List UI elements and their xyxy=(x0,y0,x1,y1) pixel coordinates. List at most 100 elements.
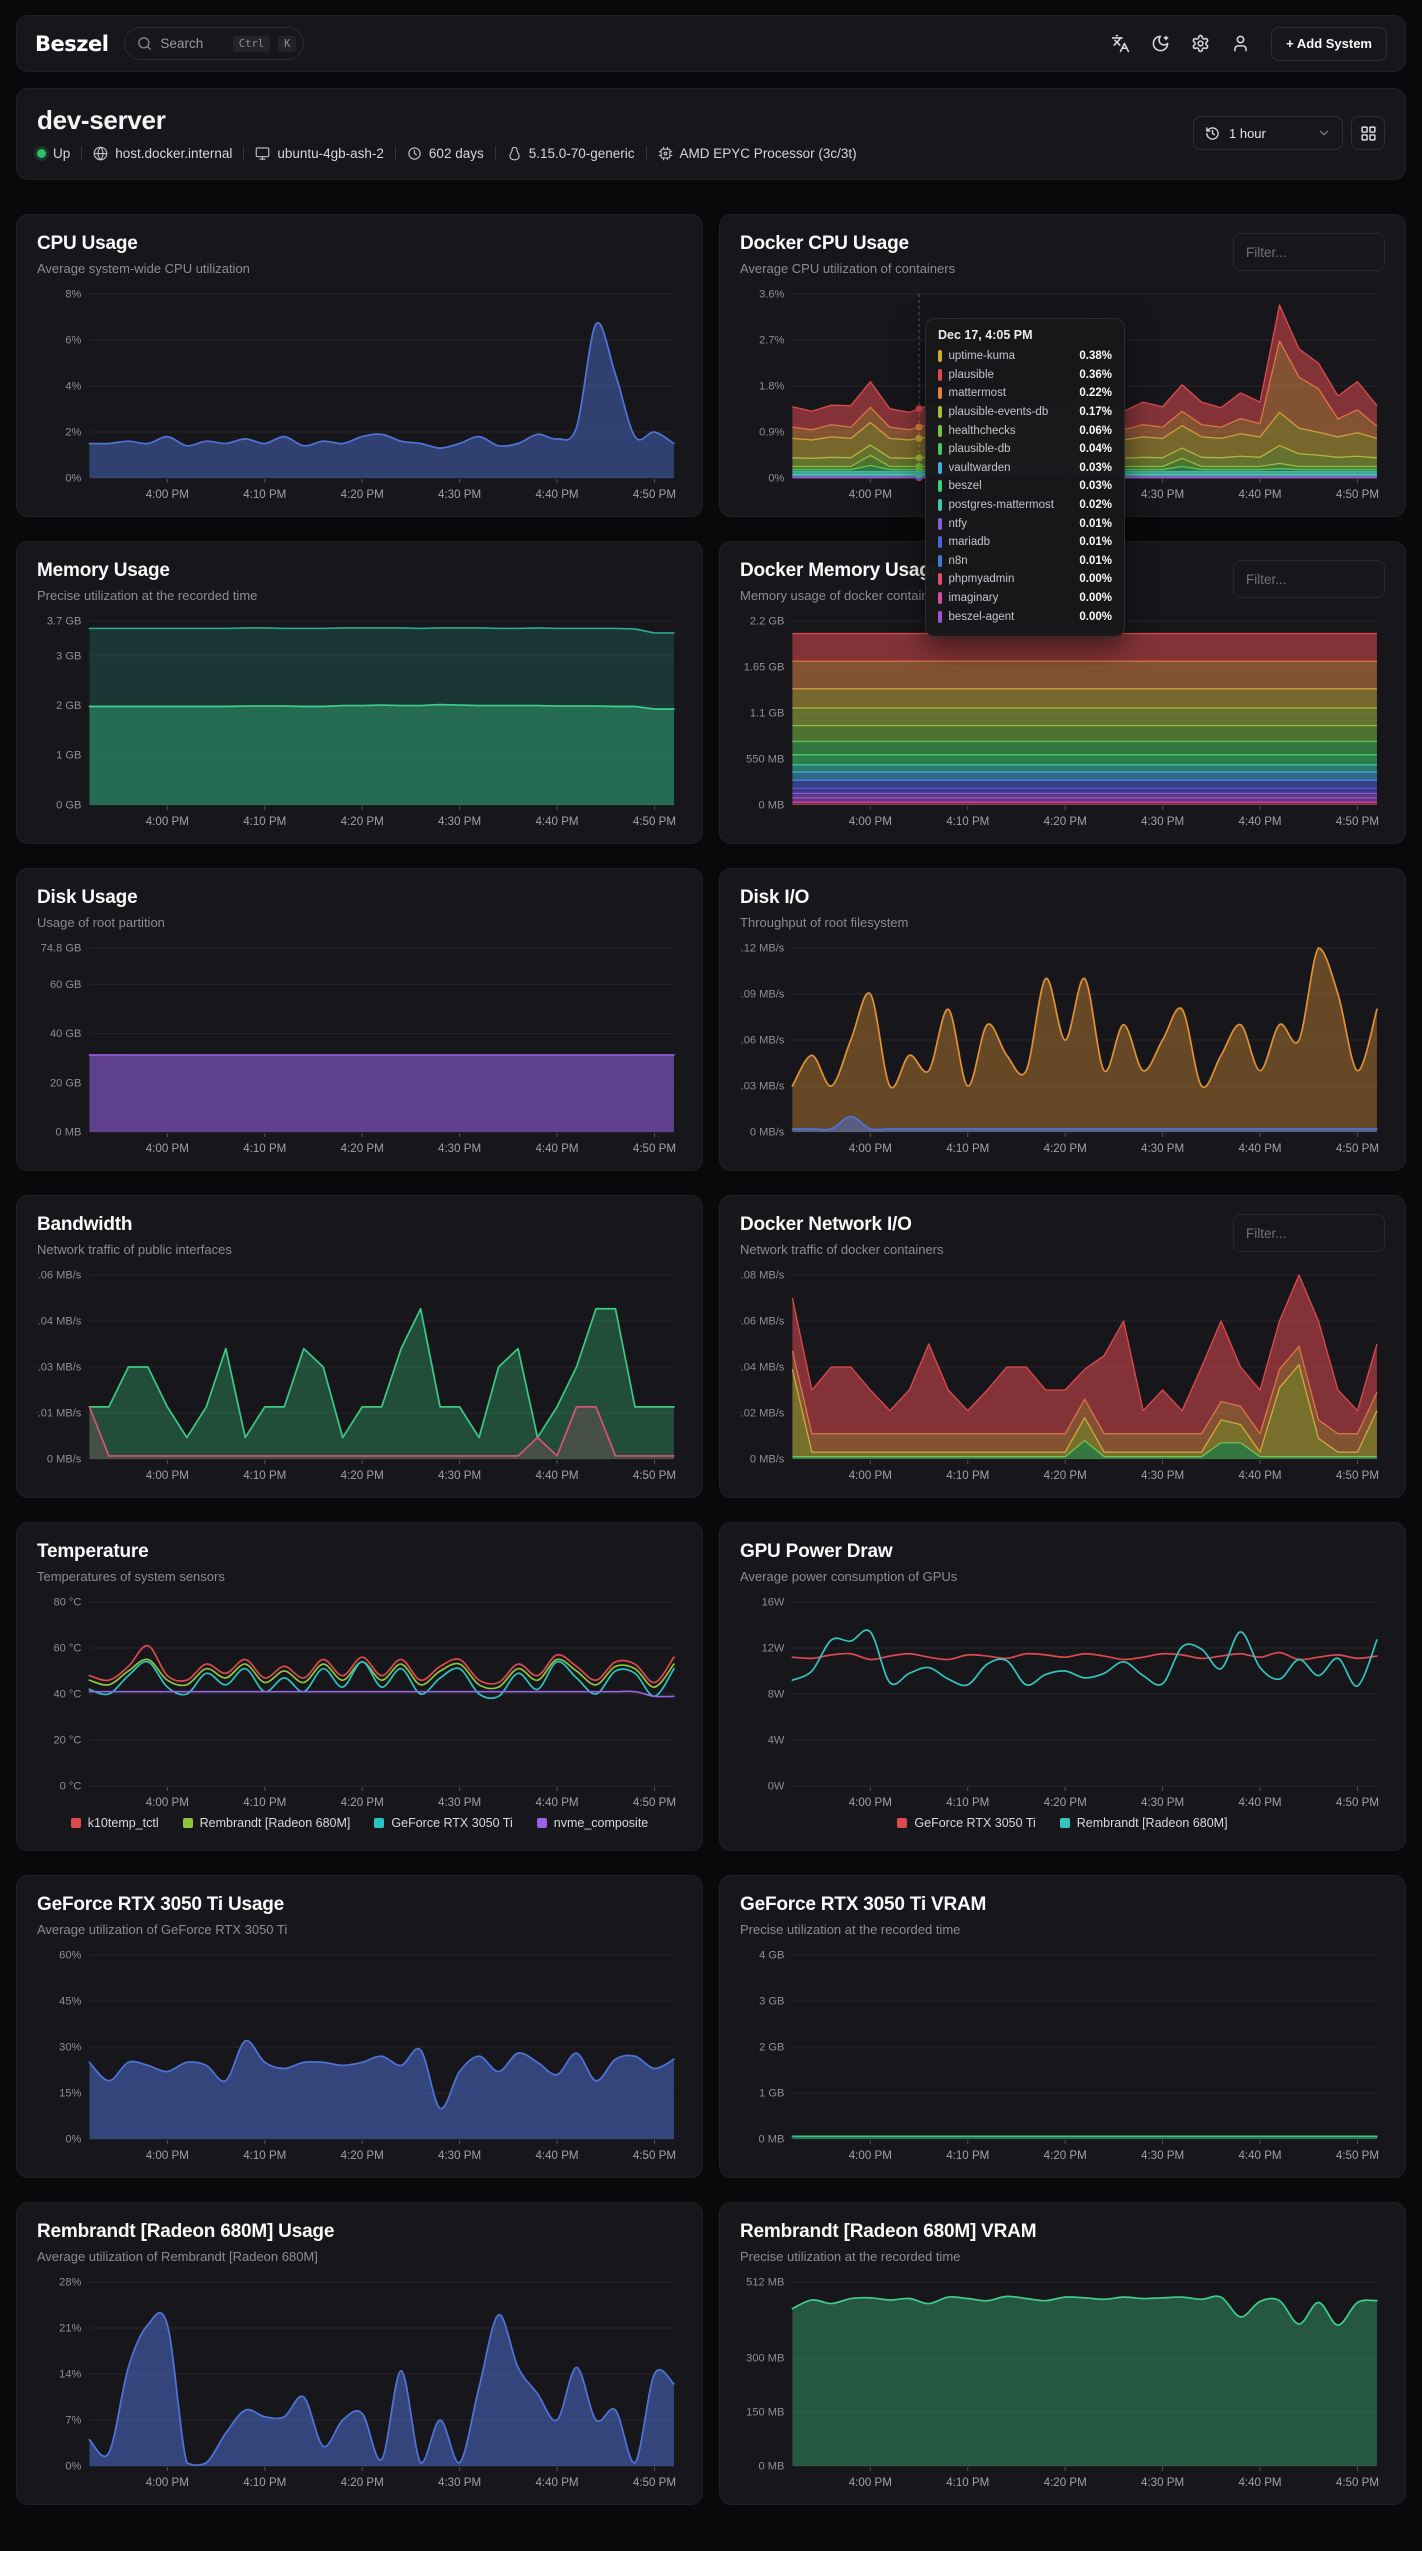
x-tick-label: 4:30 PM xyxy=(1141,1143,1184,1155)
chart-card-disk-io: Disk I/O Throughput of root filesystem 0… xyxy=(719,868,1406,1171)
chart-title: Memory Usage xyxy=(37,560,257,582)
chart-title: GeForce RTX 3050 Ti Usage xyxy=(37,1894,287,1916)
chart-plot[interactable]: 0 GB1 GB2 GB3 GB3.7 GB4:00 PM4:10 PM4:20… xyxy=(37,611,682,833)
time-range-select[interactable]: 1 hour xyxy=(1193,116,1343,150)
layout-grid-button[interactable] xyxy=(1351,116,1385,150)
chart-title: GPU Power Draw xyxy=(740,1541,957,1563)
chart-subtitle: Precise utilization at the recorded time xyxy=(740,1922,986,1937)
navbar-actions: + Add System xyxy=(1103,27,1387,61)
legend-swatch-icon xyxy=(374,1818,384,1828)
x-tick-label: 4:10 PM xyxy=(946,489,989,501)
chart-plot[interactable]: 0 °C20 °C40 °C60 °C80 °C4:00 PM4:10 PM4:… xyxy=(37,1592,682,1814)
chart-card-docker-memory: Docker Memory Usage Memory usage of dock… xyxy=(719,541,1406,844)
x-tick-label: 4:50 PM xyxy=(1336,1143,1379,1155)
system-header: dev-server Up host.docker.internalubuntu… xyxy=(16,88,1406,180)
chart-filter-input[interactable] xyxy=(1233,1214,1385,1252)
y-tick-label: 0 MB xyxy=(55,1127,81,1139)
legend-swatch-icon xyxy=(897,1818,907,1828)
legend-item[interactable]: Rembrandt [Radeon 680M] xyxy=(183,1816,351,1830)
search-input[interactable]: Search Ctrl K xyxy=(124,27,304,60)
chart-filter-input[interactable] xyxy=(1233,233,1385,271)
y-tick-label: 0.04 MB/s xyxy=(37,1316,82,1328)
x-tick-label: 4:00 PM xyxy=(849,1470,892,1482)
legend-item[interactable]: GeForce RTX 3050 Ti xyxy=(897,1816,1035,1830)
legend-item[interactable]: Rembrandt [Radeon 680M] xyxy=(1060,1816,1228,1830)
x-tick-label: 4:00 PM xyxy=(849,2150,892,2162)
x-tick-label: 4:50 PM xyxy=(633,816,676,828)
add-system-button[interactable]: + Add System xyxy=(1271,27,1387,61)
monitor-icon xyxy=(255,146,270,161)
theme-toggle-button[interactable] xyxy=(1143,27,1177,61)
chart-plot[interactable]: 0%0.9%1.8%2.7%3.6%4:00 PM4:10 PM4:20 PM4… xyxy=(740,284,1385,506)
penguin-icon xyxy=(507,146,522,161)
legend-item[interactable]: GeForce RTX 3050 Ti xyxy=(374,1816,512,1830)
chart-plot[interactable]: 0 MB/s0.02 MB/s0.04 MB/s0.06 MB/s0.08 MB… xyxy=(740,1265,1385,1487)
chart-plot[interactable]: 0 MB/s0.01 MB/s0.03 MB/s0.04 MB/s0.06 MB… xyxy=(37,1265,682,1487)
y-tick-label: 150 MB xyxy=(746,2407,784,2419)
x-tick-label: 4:40 PM xyxy=(535,1797,578,1809)
kbd-ctrl: Ctrl xyxy=(233,36,270,52)
chart-plot[interactable]: 0 MB20 GB40 GB60 GB74.8 GB4:00 PM4:10 PM… xyxy=(37,938,682,1160)
x-tick-label: 4:20 PM xyxy=(341,1797,384,1809)
chart-title: Rembrandt [Radeon 680M] VRAM xyxy=(740,2221,1036,2243)
y-tick-label: 0% xyxy=(65,2134,81,2146)
legend-item[interactable]: k10temp_tctl xyxy=(71,1816,159,1830)
chart-plot[interactable]: 0 MB150 MB300 MB512 MB4:00 PM4:10 PM4:20… xyxy=(740,2272,1385,2494)
y-tick-label: 20 GB xyxy=(50,1077,81,1089)
legend-item[interactable]: nvme_composite xyxy=(537,1816,649,1830)
y-tick-label: 2% xyxy=(65,427,81,439)
y-tick-label: 300 MB xyxy=(746,2353,784,2365)
chart-plot[interactable]: 0 MB1 GB2 GB3 GB4 GB4:00 PM4:10 PM4:20 P… xyxy=(740,1945,1385,2167)
y-tick-label: 1.8% xyxy=(759,381,784,393)
y-tick-label: 0.12 MB/s xyxy=(740,943,785,955)
y-tick-label: 8W xyxy=(768,1689,785,1701)
system-meta: Up host.docker.internalubuntu-4gb-ash-26… xyxy=(37,146,857,161)
x-tick-label: 4:20 PM xyxy=(341,2477,384,2489)
y-tick-label: 4% xyxy=(65,381,81,393)
x-tick-label: 4:40 PM xyxy=(1238,489,1281,501)
y-tick-label: 7% xyxy=(65,2415,81,2427)
y-tick-label: 60 GB xyxy=(50,979,81,991)
chart-subtitle: Average utilization of Rembrandt [Radeon… xyxy=(37,2249,334,2264)
chart-plot[interactable]: 0 MB/s0.03 MB/s0.06 MB/s0.09 MB/s0.12 MB… xyxy=(740,938,1385,1160)
x-tick-label: 4:10 PM xyxy=(946,2150,989,2162)
chart-filter-input[interactable] xyxy=(1233,560,1385,598)
user-menu-button[interactable] xyxy=(1223,27,1257,61)
x-tick-label: 4:20 PM xyxy=(1044,489,1087,501)
y-tick-label: 0% xyxy=(65,2461,81,2473)
layout-grid-icon xyxy=(1360,125,1377,142)
chart-card-radeon-usage: Rembrandt [Radeon 680M] Usage Average ut… xyxy=(16,2202,703,2505)
chart-subtitle: Precise utilization at the recorded time xyxy=(37,588,257,603)
x-tick-label: 4:50 PM xyxy=(1336,489,1379,501)
chart-plot[interactable]: 0%2%4%6%8%4:00 PM4:10 PM4:20 PM4:30 PM4:… xyxy=(37,284,682,506)
y-tick-label: 28% xyxy=(59,2277,81,2289)
chart-plot[interactable]: 0W4W8W12W16W4:00 PM4:10 PM4:20 PM4:30 PM… xyxy=(740,1592,1385,1814)
chart-plot[interactable]: 0%7%14%21%28%4:00 PM4:10 PM4:20 PM4:30 P… xyxy=(37,2272,682,2494)
x-tick-label: 4:30 PM xyxy=(438,2477,481,2489)
y-tick-label: 0 MB xyxy=(758,800,784,812)
x-tick-label: 4:20 PM xyxy=(1044,1797,1087,1809)
language-button[interactable] xyxy=(1103,27,1137,61)
chart-subtitle: Temperatures of system sensors xyxy=(37,1569,225,1584)
settings-button[interactable] xyxy=(1183,27,1217,61)
y-tick-label: 3.6% xyxy=(759,289,784,301)
chart-plot[interactable]: 0 MB550 MB1.1 GB1.65 GB2.2 GB4:00 PM4:10… xyxy=(740,611,1385,833)
y-tick-label: 2.7% xyxy=(759,335,784,347)
chart-plot[interactable]: 0%15%30%45%60%4:00 PM4:10 PM4:20 PM4:30 … xyxy=(37,1945,682,2167)
x-tick-label: 4:10 PM xyxy=(946,1797,989,1809)
chart-title: GeForce RTX 3050 Ti VRAM xyxy=(740,1894,986,1916)
app-logo[interactable]: Beszel xyxy=(35,32,108,56)
meta-item-chip: AMD EPYC Processor (3c/3t) xyxy=(658,146,857,161)
x-tick-label: 4:50 PM xyxy=(633,1143,676,1155)
x-tick-label: 4:50 PM xyxy=(633,1797,676,1809)
y-tick-label: 21% xyxy=(59,2323,81,2335)
y-tick-label: 30% xyxy=(59,2042,81,2054)
x-tick-label: 4:00 PM xyxy=(146,2477,189,2489)
hover-dot xyxy=(916,435,923,442)
meta-text: ubuntu-4gb-ash-2 xyxy=(277,146,384,161)
y-tick-label: 1 GB xyxy=(759,2088,784,2100)
x-tick-label: 4:30 PM xyxy=(438,1797,481,1809)
y-tick-label: 40 °C xyxy=(54,1689,82,1701)
chart-card-cpu-usage: CPU Usage Average system-wide CPU utiliz… xyxy=(16,214,703,517)
y-tick-label: 12W xyxy=(762,1643,785,1655)
